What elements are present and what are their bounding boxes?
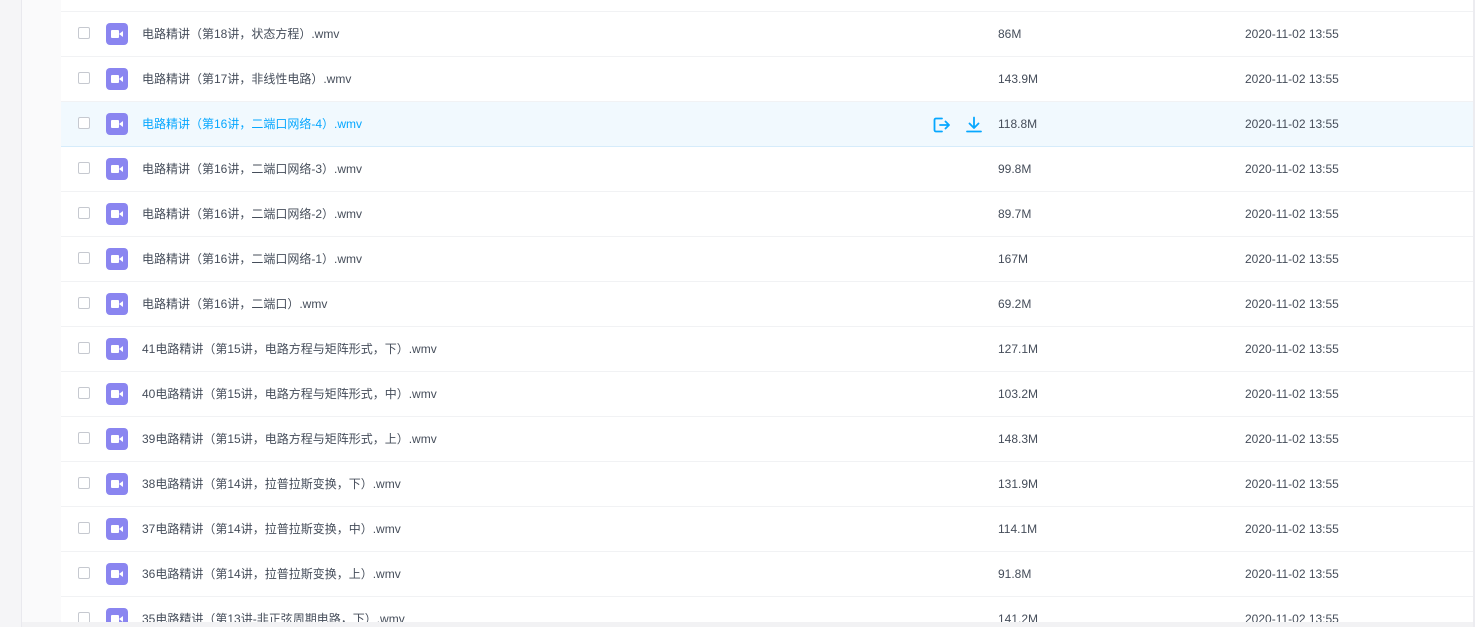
bottom-edge bbox=[22, 622, 1475, 627]
file-size: 143.9M bbox=[998, 72, 1039, 86]
file-row[interactable]: 电路精讲（第18讲，状态方程）.wmv 86M 2020-11-02 13:55 bbox=[61, 12, 1475, 57]
file-name[interactable]: 41电路精讲（第15讲，电路方程与矩阵形式，下）.wmv bbox=[142, 341, 437, 357]
file-date: 2020-11-02 13:55 bbox=[1245, 117, 1339, 131]
file-name[interactable]: 40电路精讲（第15讲，电路方程与矩阵形式，中）.wmv bbox=[142, 386, 437, 402]
file-name[interactable]: 电路精讲（第16讲，二端口）.wmv bbox=[142, 296, 327, 312]
video-file-icon bbox=[106, 518, 128, 540]
row-checkbox[interactable] bbox=[78, 252, 90, 264]
file-date: 2020-11-02 13:55 bbox=[1245, 342, 1339, 356]
row-checkbox[interactable] bbox=[78, 567, 90, 579]
row-checkbox[interactable] bbox=[78, 162, 90, 174]
file-date: 2020-11-02 13:55 bbox=[1245, 477, 1339, 491]
row-checkbox[interactable] bbox=[78, 27, 90, 39]
file-name[interactable]: 37电路精讲（第14讲，拉普拉斯变换，中）.wmv bbox=[142, 521, 401, 537]
file-date: 2020-11-02 13:55 bbox=[1245, 297, 1339, 311]
file-row[interactable]: 37电路精讲（第14讲，拉普拉斯变换，中）.wmv 114.1M 2020-11… bbox=[61, 507, 1475, 552]
video-file-icon bbox=[106, 23, 128, 45]
video-file-icon bbox=[106, 158, 128, 180]
file-size: 127.1M bbox=[998, 342, 1039, 356]
file-row[interactable]: 电路精讲（第16讲，二端口网络-3）.wmv 99.8M 2020-11-02 … bbox=[61, 147, 1475, 192]
file-name[interactable]: 39电路精讲（第15讲，电路方程与矩阵形式，上）.wmv bbox=[142, 431, 437, 447]
file-date: 2020-11-02 13:55 bbox=[1245, 207, 1339, 221]
download-icon[interactable] bbox=[964, 116, 984, 134]
row-checkbox[interactable] bbox=[78, 387, 90, 399]
file-size: 114.1M bbox=[998, 522, 1038, 536]
file-row[interactable]: 36电路精讲（第14讲，拉普拉斯变换，上）.wmv 91.8M 2020-11-… bbox=[61, 552, 1475, 597]
file-size: 131.9M bbox=[998, 477, 1039, 491]
file-name[interactable]: 电路精讲（第17讲，非线性电路）.wmv bbox=[142, 71, 351, 87]
file-name[interactable]: 38电路精讲（第14讲，拉普拉斯变换，下）.wmv bbox=[142, 476, 401, 492]
row-checkbox[interactable] bbox=[78, 297, 90, 309]
file-name[interactable]: 电路精讲（第16讲，二端口网络-2）.wmv bbox=[142, 206, 362, 222]
video-file-icon bbox=[106, 473, 128, 495]
file-row[interactable] bbox=[61, 0, 1475, 12]
file-row[interactable]: 38电路精讲（第14讲，拉普拉斯变换，下）.wmv 131.9M 2020-11… bbox=[61, 462, 1475, 507]
file-name[interactable]: 电路精讲（第18讲，状态方程）.wmv bbox=[142, 26, 339, 42]
video-file-icon bbox=[106, 428, 128, 450]
video-file-icon bbox=[106, 248, 128, 270]
file-row[interactable]: 39电路精讲（第15讲，电路方程与矩阵形式，上）.wmv 148.3M 2020… bbox=[61, 417, 1475, 462]
file-row[interactable]: 电路精讲（第16讲，二端口网络-1）.wmv 167M 2020-11-02 1… bbox=[61, 237, 1475, 282]
file-date: 2020-11-02 13:55 bbox=[1245, 522, 1339, 536]
file-row[interactable]: 41电路精讲（第15讲，电路方程与矩阵形式，下）.wmv 127.1M 2020… bbox=[61, 327, 1475, 372]
file-size: 103.2M bbox=[998, 387, 1039, 401]
video-file-icon bbox=[106, 113, 128, 135]
share-icon[interactable] bbox=[932, 116, 952, 134]
file-list: 电路精讲（第18讲，状态方程）.wmv 86M 2020-11-02 13:55… bbox=[61, 0, 1475, 622]
file-row[interactable]: 35电路精讲（第13讲-非正弦周期电路，下）.wmv 141.2M 2020-1… bbox=[61, 597, 1475, 622]
video-file-icon bbox=[106, 203, 128, 225]
row-checkbox[interactable] bbox=[78, 477, 90, 489]
file-size: 148.3M bbox=[998, 432, 1039, 446]
file-date: 2020-11-02 13:55 bbox=[1245, 567, 1339, 581]
row-checkbox[interactable] bbox=[78, 342, 90, 354]
file-size: 91.8M bbox=[998, 567, 1032, 581]
row-checkbox[interactable] bbox=[78, 207, 90, 219]
file-size: 99.8M bbox=[998, 162, 1032, 176]
file-name[interactable]: 电路精讲（第16讲，二端口网络-3）.wmv bbox=[142, 161, 362, 177]
file-name[interactable]: 电路精讲（第16讲，二端口网络-1）.wmv bbox=[142, 251, 362, 267]
row-checkbox[interactable] bbox=[78, 72, 90, 84]
file-row[interactable]: 电路精讲（第16讲，二端口网络-2）.wmv 89.7M 2020-11-02 … bbox=[61, 192, 1475, 237]
left-gutter bbox=[0, 0, 21, 627]
file-date: 2020-11-02 13:55 bbox=[1245, 162, 1339, 176]
video-file-icon bbox=[106, 608, 128, 622]
file-size: 89.7M bbox=[998, 207, 1032, 221]
file-size: 118.8M bbox=[998, 117, 1038, 131]
video-file-icon bbox=[106, 293, 128, 315]
video-file-icon bbox=[106, 563, 128, 585]
row-checkbox[interactable] bbox=[78, 522, 90, 534]
file-date: 2020-11-02 13:55 bbox=[1245, 72, 1339, 86]
file-list-panel: 电路精讲（第18讲，状态方程）.wmv 86M 2020-11-02 13:55… bbox=[61, 0, 1475, 622]
file-size: 69.2M bbox=[998, 297, 1032, 311]
row-checkbox[interactable] bbox=[78, 612, 90, 622]
file-date: 2020-11-02 13:55 bbox=[1245, 612, 1339, 622]
row-checkbox[interactable] bbox=[78, 432, 90, 444]
file-date: 2020-11-02 13:55 bbox=[1245, 27, 1339, 41]
video-file-icon bbox=[106, 383, 128, 405]
file-date: 2020-11-02 13:55 bbox=[1245, 252, 1339, 266]
file-row[interactable]: 电路精讲（第16讲，二端口网络-4）.wmv 118.8M 2020-11-02… bbox=[61, 102, 1475, 147]
file-name[interactable]: 35电路精讲（第13讲-非正弦周期电路，下）.wmv bbox=[142, 611, 405, 622]
file-name[interactable]: 电路精讲（第16讲，二端口网络-4）.wmv bbox=[142, 116, 362, 132]
row-checkbox[interactable] bbox=[78, 117, 90, 129]
file-row[interactable]: 电路精讲（第16讲，二端口）.wmv 69.2M 2020-11-02 13:5… bbox=[61, 282, 1475, 327]
file-name[interactable]: 36电路精讲（第14讲，拉普拉斯变换，上）.wmv bbox=[142, 566, 401, 582]
file-row[interactable]: 电路精讲（第17讲，非线性电路）.wmv 143.9M 2020-11-02 1… bbox=[61, 57, 1475, 102]
file-size: 167M bbox=[998, 252, 1029, 266]
video-file-icon bbox=[106, 68, 128, 90]
file-size: 86M bbox=[998, 27, 1022, 41]
video-file-icon bbox=[106, 338, 128, 360]
file-date: 2020-11-02 13:55 bbox=[1245, 387, 1339, 401]
file-size: 141.2M bbox=[998, 612, 1039, 622]
main-content: 电路精讲（第18讲，状态方程）.wmv 86M 2020-11-02 13:55… bbox=[22, 0, 1475, 627]
file-date: 2020-11-02 13:55 bbox=[1245, 432, 1339, 446]
file-row[interactable]: 40电路精讲（第15讲，电路方程与矩阵形式，中）.wmv 103.2M 2020… bbox=[61, 372, 1475, 417]
